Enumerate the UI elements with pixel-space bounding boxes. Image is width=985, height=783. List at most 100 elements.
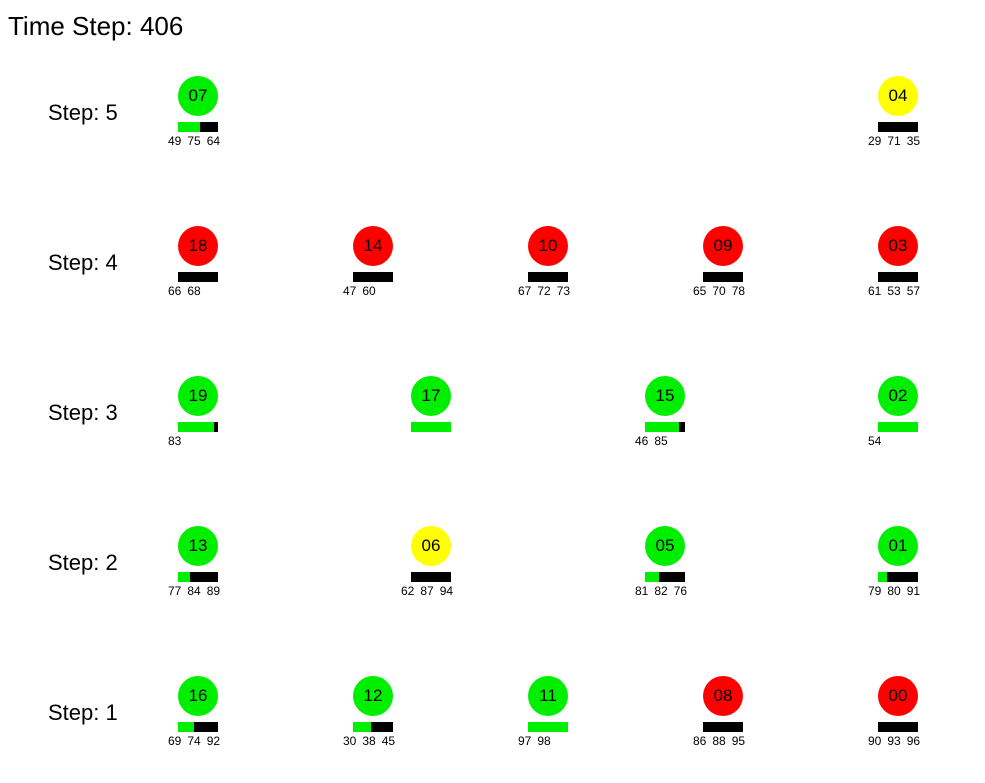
- queue-value: 85: [654, 434, 668, 448]
- queue-value: 87: [420, 584, 434, 598]
- node: 01 79 80 91: [868, 526, 928, 606]
- node-circle: 19: [178, 376, 218, 416]
- queue-value: 75: [187, 134, 201, 148]
- progress-fill: [528, 722, 568, 732]
- progress-bar: [878, 722, 918, 732]
- progress-fill: [353, 722, 371, 732]
- progress-bar: [411, 422, 451, 432]
- queue-value: 45: [381, 734, 396, 748]
- queue-value: 70: [712, 284, 726, 298]
- queue-values: 29 71 35: [868, 134, 926, 148]
- queue-values: 47 60: [343, 284, 382, 298]
- queue-value: 67: [518, 284, 532, 298]
- queue-value: 96: [906, 734, 921, 748]
- progress-bar: [178, 122, 218, 132]
- queue-value: 65: [693, 284, 707, 298]
- queue-value: 71: [887, 134, 901, 148]
- queue-value: 86: [693, 734, 707, 748]
- queue-value: 89: [206, 584, 221, 598]
- node-circle: 16: [178, 676, 218, 716]
- queue-value: 29: [868, 134, 882, 148]
- progress-bar: [411, 572, 451, 582]
- progress-bar: [353, 722, 393, 732]
- queue-value: 49: [168, 134, 182, 148]
- node-circle: 10: [528, 226, 568, 266]
- queue-value: 91: [906, 584, 921, 598]
- node-circle: 08: [703, 676, 743, 716]
- progress-bar: [703, 272, 743, 282]
- node: 12 30 38 45: [343, 676, 403, 756]
- node-circle: 12: [353, 676, 393, 716]
- queue-value: 66: [168, 284, 182, 298]
- queue-value: 92: [206, 734, 221, 748]
- node: 07 49 75 64: [168, 76, 228, 156]
- node-circle: 07: [178, 76, 218, 116]
- node-circle: 18: [178, 226, 218, 266]
- node: 04 29 71 35: [868, 76, 928, 156]
- queue-value: 95: [731, 734, 746, 748]
- queue-values: 79 80 91: [868, 584, 926, 598]
- progress-bar: [353, 272, 393, 282]
- queue-values: 65 70 78: [693, 284, 751, 298]
- node: 09 65 70 78: [693, 226, 753, 306]
- node-circle: 05: [645, 526, 685, 566]
- queue-value: 74: [187, 734, 201, 748]
- queue-value: 30: [343, 734, 357, 748]
- progress-fill: [878, 572, 887, 582]
- progress-fill: [645, 422, 679, 432]
- queue-value: 46: [635, 434, 649, 448]
- node: 00 90 93 96: [868, 676, 928, 756]
- queue-values: 30 38 45: [343, 734, 401, 748]
- queue-value: 81: [635, 584, 649, 598]
- node: 08 86 88 95: [693, 676, 753, 756]
- progress-bar: [178, 422, 218, 432]
- progress-bar: [645, 422, 685, 432]
- node-circle: 02: [878, 376, 918, 416]
- node: 05 81 82 76: [635, 526, 695, 606]
- progress-bar: [878, 122, 918, 132]
- step-label: Step: 4: [48, 250, 118, 275]
- queue-values: 62 87 94: [401, 584, 459, 598]
- queue-value: 83: [168, 434, 182, 448]
- node-circle: 06: [411, 526, 451, 566]
- node: 03 61 53 57: [868, 226, 928, 306]
- progress-bar: [178, 722, 218, 732]
- progress-bar: [528, 272, 568, 282]
- progress-bar: [178, 572, 218, 582]
- progress-bar: [645, 572, 685, 582]
- queue-values: 77 84 89: [168, 584, 226, 598]
- queue-values: 67 72 73: [518, 284, 576, 298]
- queue-value: 98: [537, 734, 551, 748]
- step-label: Step: 2: [48, 550, 118, 575]
- node-circle: 04: [878, 76, 918, 116]
- queue-value: 35: [906, 134, 921, 148]
- node: 13 77 84 89: [168, 526, 228, 606]
- queue-value: 62: [401, 584, 415, 598]
- node: 14 47 60: [343, 226, 403, 306]
- node-circle: 01: [878, 526, 918, 566]
- node: 16 69 74 92: [168, 676, 228, 756]
- queue-values: 86 88 95: [693, 734, 751, 748]
- progress-fill: [178, 422, 214, 432]
- node: 02 54: [868, 376, 928, 456]
- queue-values: 61 53 57: [868, 284, 926, 298]
- queue-value: 94: [439, 584, 454, 598]
- queue-value: 90: [868, 734, 882, 748]
- queue-value: 64: [206, 134, 221, 148]
- progress-fill: [178, 572, 190, 582]
- queue-value: 47: [343, 284, 357, 298]
- node-circle: 14: [353, 226, 393, 266]
- progress-fill: [411, 422, 451, 432]
- queue-values: 97 98: [518, 734, 557, 748]
- step-label: Step: 1: [48, 700, 118, 725]
- queue-value: 73: [556, 284, 571, 298]
- node-circle: 13: [178, 526, 218, 566]
- progress-fill: [178, 122, 200, 132]
- node: 19 83: [168, 376, 228, 456]
- progress-bar: [178, 272, 218, 282]
- queue-value: 72: [537, 284, 551, 298]
- node: 11 97 98: [518, 676, 578, 756]
- time-step-title: Time Step: 406: [8, 11, 184, 41]
- node: 18 66 68: [168, 226, 228, 306]
- queue-value: 68: [187, 284, 201, 298]
